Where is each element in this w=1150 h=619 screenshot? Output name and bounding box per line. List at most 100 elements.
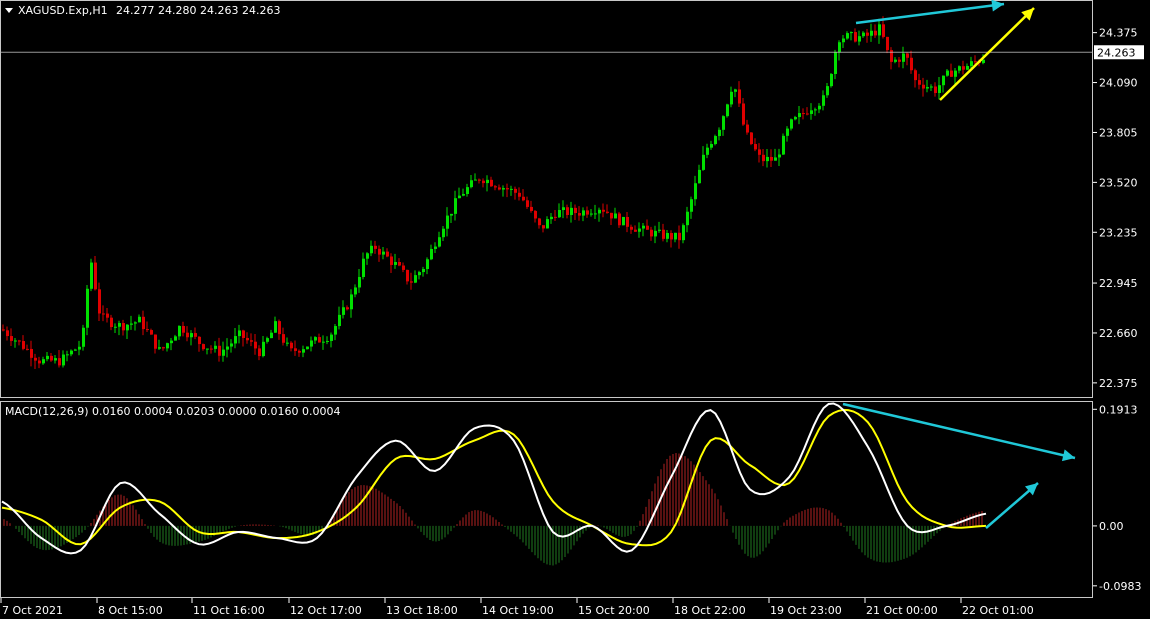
candle-body [106, 313, 109, 318]
candle-body [750, 132, 753, 145]
candle-body [166, 343, 169, 349]
candle-body [298, 350, 301, 353]
candle-body [422, 269, 425, 273]
current-price-label: 24.263 [1097, 46, 1136, 59]
candle-body [122, 323, 125, 331]
candle-body [362, 258, 365, 278]
price-trend-arrow-cyan[interactable] [855, 0, 1005, 25]
candle-body [34, 357, 37, 361]
candle-body [902, 53, 905, 62]
candle-body [146, 329, 149, 331]
candle-body [534, 210, 537, 219]
candle-body [142, 316, 145, 330]
candle-body [478, 179, 481, 181]
candle-body [394, 261, 397, 265]
candle-body [26, 348, 29, 350]
candle-body [454, 198, 457, 214]
candle-body [250, 340, 253, 342]
candle-body [22, 341, 25, 349]
candle-body [538, 218, 541, 226]
candle-body [678, 232, 681, 241]
candle-body [758, 149, 761, 155]
candle-body [262, 341, 265, 357]
candle-body [646, 225, 649, 230]
candle-body [770, 156, 773, 161]
macd-lines [1, 402, 987, 555]
candle-body [498, 187, 501, 190]
candle-body [154, 334, 157, 349]
candle-body [446, 215, 449, 229]
candle-body [634, 229, 637, 232]
candle-body [102, 313, 105, 315]
candle-body [486, 179, 489, 184]
candle-body [138, 316, 141, 323]
macd-line [1, 402, 987, 555]
candle-body [586, 210, 589, 215]
candle-body [546, 219, 549, 229]
candle-body [822, 95, 825, 106]
candle-body [414, 275, 417, 283]
candle-body [398, 261, 401, 266]
candle-body [790, 119, 793, 129]
candle-body [826, 86, 829, 96]
candle-body [874, 30, 877, 36]
candle-body [466, 187, 469, 194]
macd-up-arrow[interactable] [985, 482, 1039, 529]
price-tick-label: 24.090 [1099, 77, 1138, 90]
candle-body [406, 269, 409, 282]
candle-body [366, 253, 369, 259]
candle-body [914, 70, 917, 81]
candle-body [306, 346, 309, 350]
macd-histogram [3, 452, 983, 566]
candle-body [706, 147, 709, 155]
ohlc-values: 24.277 24.280 24.263 24.263 [116, 4, 280, 17]
candle-body [554, 216, 557, 218]
candle-body [450, 213, 453, 216]
candle-body [458, 195, 461, 199]
candle-body [510, 188, 513, 190]
candle-body [626, 216, 629, 227]
candle-body [70, 350, 73, 355]
candle-body [38, 360, 41, 364]
price-trend-arrow-yellow[interactable] [939, 7, 1035, 101]
candle-body [558, 210, 561, 218]
macd-divergence-arrow[interactable] [842, 402, 1076, 462]
candle-body [130, 323, 133, 325]
candle-body [118, 323, 121, 327]
candle-body [562, 207, 565, 211]
candle-body [942, 75, 945, 86]
macd-axis[interactable]: 0.1913 0.00 -0.0983 [1093, 403, 1141, 593]
candle-body [46, 355, 49, 360]
candle-body [58, 358, 61, 366]
candle-body [242, 330, 245, 338]
candle-body [610, 212, 613, 219]
candle-body [930, 86, 933, 88]
candle-body [318, 337, 321, 343]
macd-tick-label: -0.0983 [1099, 580, 1141, 593]
chart-canvas[interactable]: 24.375 24.090 23.805 23.520 23.235 22.945 22.6… [0, 0, 1150, 619]
candle-body [214, 345, 217, 349]
candle-body [962, 66, 965, 70]
price-pane-border [0, 0, 1093, 398]
candle-body [734, 89, 737, 92]
candle-body [926, 87, 929, 89]
price-tick-label: 23.520 [1099, 176, 1138, 189]
candle-body [782, 135, 785, 155]
candle-body [310, 340, 313, 347]
candle-body [630, 226, 633, 230]
candle-body [738, 89, 741, 104]
time-axis[interactable]: 7 Oct 2021 8 Oct 15:00 11 Oct 16:00 12 Oct … [0, 598, 1034, 617]
candle-body [202, 344, 205, 350]
candle-body [578, 213, 581, 216]
candle-body [114, 326, 117, 328]
candle-body [730, 91, 733, 105]
candle-body [222, 349, 225, 356]
candle-body [754, 144, 757, 150]
candle-body [830, 73, 833, 87]
price-tick-label: 24.375 [1099, 27, 1138, 40]
candle-body [294, 348, 297, 351]
candle-body [674, 232, 677, 240]
collapse-triangle-icon[interactable] [5, 8, 13, 13]
candle-body [934, 86, 937, 93]
candle-body [470, 180, 473, 188]
